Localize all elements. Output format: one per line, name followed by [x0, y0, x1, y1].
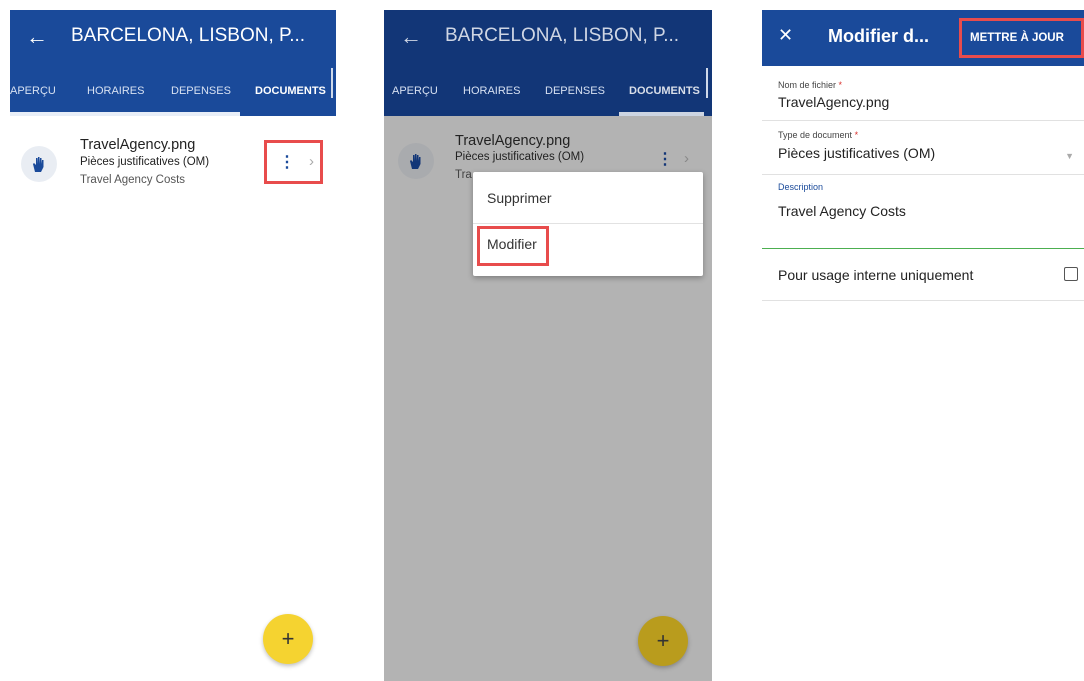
- tab-indicator: [619, 112, 704, 116]
- update-button[interactable]: METTRE À JOUR: [959, 18, 1084, 58]
- add-document-button[interactable]: +: [638, 616, 688, 666]
- tab-bar: APERÇU HORAIRES DEPENSES DOCUMENTS: [10, 64, 336, 116]
- tab-documents[interactable]: DOCUMENTS: [255, 85, 326, 97]
- internal-use-label: Pour usage interne uniquement: [778, 267, 974, 283]
- tab-horaires[interactable]: HORAIRES: [87, 85, 144, 97]
- tab-bar: APERÇU HORAIRES DEPENSES DOCUMENTS: [384, 64, 712, 116]
- tab-horaires[interactable]: HORAIRES: [463, 85, 520, 97]
- screen-document-list: ← BARCELONA, LISBON, P... APERÇU HORAIRE…: [10, 10, 336, 681]
- highlight-box: [264, 140, 323, 184]
- app-bar: ✕ Modifier d... METTRE À JOUR: [762, 10, 1084, 66]
- trip-title: BARCELONA, LISBON, P...: [71, 25, 306, 46]
- document-description: Tra: [455, 169, 472, 181]
- hand-paper-icon: [21, 146, 57, 182]
- hand-paper-icon: [398, 143, 434, 179]
- back-arrow-icon[interactable]: ←: [396, 22, 426, 52]
- internal-use-checkbox[interactable]: [1064, 267, 1078, 281]
- tab-apercu[interactable]: APERÇU: [392, 85, 438, 97]
- tab-documents[interactable]: DOCUMENTS: [629, 85, 700, 97]
- document-type: Pièces justificatives (OM): [80, 156, 210, 168]
- chevron-right-icon[interactable]: ›: [684, 150, 689, 167]
- document-name[interactable]: TravelAgency.png: [80, 137, 195, 153]
- filename-field[interactable]: TravelAgency.png: [778, 94, 889, 110]
- caret-down-icon[interactable]: ▼: [1065, 151, 1074, 161]
- document-name[interactable]: TravelAgency.png: [455, 133, 570, 149]
- add-document-button[interactable]: +: [263, 614, 313, 664]
- menu-divider: [473, 223, 703, 224]
- app-bar: ← BARCELONA, LISBON, P...: [384, 10, 712, 64]
- field-divider: [762, 174, 1084, 175]
- tab-scroll-edge: [331, 68, 333, 98]
- tab-depenses[interactable]: DEPENSES: [171, 85, 231, 97]
- description-field[interactable]: Travel Agency Costs: [778, 203, 906, 219]
- tab-depenses[interactable]: DEPENSES: [545, 85, 605, 97]
- app-bar: ← BARCELONA, LISBON, P...: [10, 10, 336, 64]
- back-arrow-icon[interactable]: ←: [22, 22, 52, 52]
- doctype-select[interactable]: Pièces justificatives (OM): [778, 145, 935, 161]
- kebab-menu-icon[interactable]: ⋮: [655, 150, 675, 170]
- tab-apercu[interactable]: APERÇU: [10, 85, 56, 97]
- page-title: Modifier d...: [828, 26, 929, 46]
- trip-title: BARCELONA, LISBON, P...: [445, 25, 680, 46]
- menu-item-supprimer[interactable]: Supprimer: [487, 190, 552, 206]
- doctype-label: Type de document *: [778, 130, 859, 140]
- field-divider-active: [762, 248, 1084, 249]
- description-label: Description: [778, 182, 824, 192]
- screen-edit-document: ✕ Modifier d... METTRE À JOUR Nom de fic…: [762, 10, 1084, 681]
- context-menu: Supprimer Modifier: [473, 172, 703, 276]
- filename-label: Nom de fichier *: [778, 80, 843, 90]
- tab-scroll-edge: [706, 68, 708, 98]
- document-type: Pièces justificatives (OM): [455, 151, 585, 163]
- document-description: Travel Agency Costs: [80, 174, 186, 186]
- field-divider: [762, 300, 1084, 301]
- tab-indicator: [10, 112, 240, 116]
- required-mark: *: [838, 80, 843, 90]
- field-divider: [762, 120, 1084, 121]
- close-icon[interactable]: ✕: [778, 25, 793, 46]
- required-mark: *: [854, 130, 859, 140]
- screen-document-menu: ← BARCELONA, LISBON, P... APERÇU HORAIRE…: [384, 10, 712, 681]
- highlight-box: [477, 226, 549, 266]
